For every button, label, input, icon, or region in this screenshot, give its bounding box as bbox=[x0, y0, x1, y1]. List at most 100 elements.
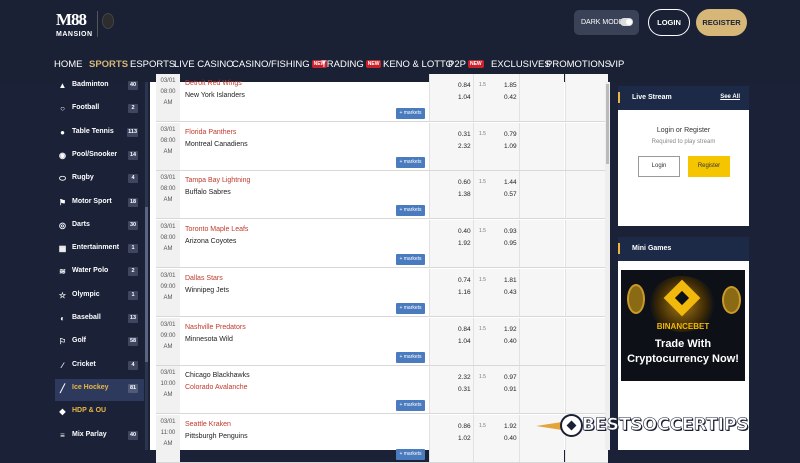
odds-value[interactable]: 0.84 bbox=[458, 326, 471, 333]
more-markets-button[interactable]: + markets bbox=[396, 205, 425, 217]
team-home[interactable]: Chicago Blackhawks bbox=[185, 370, 375, 382]
nav-p2p[interactable]: P2P NEW bbox=[448, 59, 484, 70]
match-datetime: 03/01 08:00 AM bbox=[156, 220, 180, 268]
more-markets-button[interactable]: + markets bbox=[396, 400, 425, 412]
team-home[interactable]: Dallas Stars bbox=[185, 273, 375, 285]
see-all-link[interactable]: See All bbox=[720, 94, 740, 100]
odds-value[interactable]: 0.97 bbox=[504, 374, 517, 381]
sidebar-scrollbar[interactable] bbox=[145, 82, 148, 450]
nav-exclusives[interactable]: EXCLUSIVES bbox=[491, 59, 551, 70]
team-away[interactable]: Buffalo Sabres bbox=[185, 187, 375, 199]
nav-vip[interactable]: VIP bbox=[609, 59, 624, 70]
team-home[interactable]: Detroit Red Wings bbox=[185, 78, 375, 90]
odds-value[interactable]: 0.74 bbox=[458, 277, 471, 284]
nav-keno-lotto[interactable]: KENO & LOTTO bbox=[383, 59, 453, 70]
team-home[interactable]: Florida Panthers bbox=[185, 127, 375, 139]
odds-value[interactable]: 1.38 bbox=[458, 191, 471, 198]
odds-value[interactable]: 0.40 bbox=[458, 228, 471, 235]
stream-login-button[interactable]: Login bbox=[638, 156, 680, 177]
odds-value[interactable]: 1.16 bbox=[458, 289, 471, 296]
odds-value[interactable]: 0.57 bbox=[504, 191, 517, 198]
odds-value[interactable]: 1.85 bbox=[504, 82, 517, 89]
team-away[interactable]: Minnesota Wild bbox=[185, 334, 375, 346]
odds-value[interactable]: 0.91 bbox=[504, 386, 517, 393]
odds-value[interactable]: 0.40 bbox=[504, 435, 517, 442]
odds-value[interactable]: 2.32 bbox=[458, 143, 471, 150]
login-button[interactable]: LOGIN bbox=[648, 9, 690, 36]
odds-value[interactable]: 1.81 bbox=[504, 277, 517, 284]
team-away[interactable]: Arizona Coyotes bbox=[185, 236, 375, 248]
odds-value[interactable]: 1.92 bbox=[504, 423, 517, 430]
register-button[interactable]: REGISTER bbox=[696, 9, 747, 36]
nav-esports[interactable]: ESPORTS bbox=[130, 59, 175, 70]
sidebar-item-pool-snooker[interactable]: ◉ Pool/Snooker 14 bbox=[55, 146, 144, 168]
sidebar-item-football[interactable]: ○ Football 2 bbox=[55, 99, 144, 121]
toggle-switch-icon[interactable] bbox=[620, 18, 633, 26]
more-markets-button[interactable]: + markets bbox=[396, 351, 425, 363]
odds-value[interactable]: 1.44 bbox=[504, 179, 517, 186]
sidebar-item-water-polo[interactable]: ≋ Water Polo 2 bbox=[55, 262, 144, 284]
count-badge: 2 bbox=[128, 104, 138, 114]
scrollbar-thumb[interactable] bbox=[145, 207, 148, 362]
nav-home[interactable]: HOME bbox=[54, 59, 83, 70]
odds-value[interactable]: 0.40 bbox=[504, 338, 517, 345]
sidebar-item-cricket[interactable]: ∕ Cricket 4 bbox=[55, 356, 144, 378]
odds-value[interactable]: 0.79 bbox=[504, 131, 517, 138]
team-home[interactable]: Tampa Bay Lightning bbox=[185, 175, 375, 187]
odds-value[interactable]: 0.31 bbox=[458, 386, 471, 393]
sidebar-item-entertainment[interactable]: ▦ Entertainment 1 bbox=[55, 239, 144, 261]
stream-register-button[interactable]: Register bbox=[688, 156, 730, 177]
team-home[interactable]: Nashville Predators bbox=[185, 322, 375, 334]
odds-value[interactable]: 1.04 bbox=[458, 94, 471, 101]
team-away[interactable]: Pittsburgh Penguins bbox=[185, 431, 375, 443]
sidebar-item-badminton[interactable]: ▲ Badminton 40 bbox=[55, 76, 144, 98]
odds-value[interactable]: 0.93 bbox=[504, 228, 517, 235]
odds-value[interactable]: 0.43 bbox=[504, 289, 517, 296]
more-markets-button[interactable]: + markets bbox=[396, 302, 425, 314]
sidebar-item-rugby[interactable]: ⬭ Rugby 4 bbox=[55, 169, 144, 191]
odds-value[interactable]: 0.86 bbox=[458, 423, 471, 430]
sidebar-item-ice-hockey[interactable]: ╱ Ice Hockey 81 bbox=[55, 378, 144, 401]
team-home[interactable]: Seattle Kraken bbox=[185, 419, 375, 431]
sidebar-item-olympic[interactable]: ☆ Olympic 1 bbox=[55, 286, 144, 308]
sidebar-item-darts[interactable]: ◎ Darts 30 bbox=[55, 216, 144, 238]
sidebar-item-mix-parlay[interactable]: ≡ Mix Parlay 40 bbox=[55, 426, 144, 448]
m88-mansion-logo[interactable]: M88 MANSION bbox=[56, 10, 118, 40]
odds-value[interactable]: 1.92 bbox=[458, 240, 471, 247]
nav-live-casino[interactable]: LIVE CASINO bbox=[174, 59, 234, 70]
odds-column bbox=[565, 74, 608, 121]
odds-value[interactable]: 1.92 bbox=[504, 326, 517, 333]
odds-value[interactable]: 0.42 bbox=[504, 94, 517, 101]
team-away[interactable]: New York Islanders bbox=[185, 90, 375, 102]
team-away[interactable]: Montreal Canadiens bbox=[185, 139, 375, 151]
binancebet-banner[interactable]: BINANCEBET Trade With Cryptocurrency Now… bbox=[621, 270, 745, 381]
nav-promotions[interactable]: PROMOTIONS bbox=[546, 59, 611, 70]
sidebar-item-motor-sport[interactable]: ⚑ Motor Sport 18 bbox=[55, 193, 144, 215]
team-home[interactable]: Toronto Maple Leafs bbox=[185, 224, 375, 236]
odds-value[interactable]: 0.31 bbox=[458, 131, 471, 138]
more-markets-button[interactable]: + markets bbox=[396, 108, 425, 119]
team-away[interactable]: Winnipeg Jets bbox=[185, 285, 375, 297]
sidebar-item-table-tennis[interactable]: ● Table Tennis 113 bbox=[55, 123, 144, 145]
sidebar-item-baseball[interactable]: ◐ Baseball 13 bbox=[55, 309, 144, 331]
odds-value[interactable]: 0.60 bbox=[458, 179, 471, 186]
nav-sports[interactable]: SPORTS bbox=[89, 59, 128, 70]
sidebar-item-golf[interactable]: ⚐ Golf 58 bbox=[55, 332, 144, 354]
odds-value[interactable]: 1.09 bbox=[504, 143, 517, 150]
odds-value[interactable]: 0.95 bbox=[504, 240, 517, 247]
nav-casino-fishing[interactable]: CASINO/FISHING NEW bbox=[232, 59, 328, 70]
odds-value[interactable]: 1.02 bbox=[458, 435, 471, 442]
sidebar-item-hdp-ou[interactable]: ◆ HDP & OU bbox=[55, 402, 144, 424]
more-markets-button[interactable]: + markets bbox=[396, 156, 425, 168]
odds-value[interactable]: 1.04 bbox=[458, 338, 471, 345]
more-markets-button[interactable]: + markets bbox=[396, 448, 425, 460]
scrollbar-thumb[interactable] bbox=[606, 84, 609, 164]
more-markets-button[interactable]: + markets bbox=[396, 254, 425, 266]
nav-trading[interactable]: TRADING NEW bbox=[321, 59, 382, 70]
odds-value[interactable]: 0.84 bbox=[458, 82, 471, 89]
odds-value[interactable]: 2.32 bbox=[458, 374, 471, 381]
team-away[interactable]: Colorado Avalanche bbox=[185, 382, 375, 394]
dark-mode-toggle[interactable]: DARK MODE bbox=[574, 10, 639, 35]
match-list-scrollbar[interactable] bbox=[605, 82, 610, 450]
handicap-value: 1.5 bbox=[479, 82, 486, 88]
